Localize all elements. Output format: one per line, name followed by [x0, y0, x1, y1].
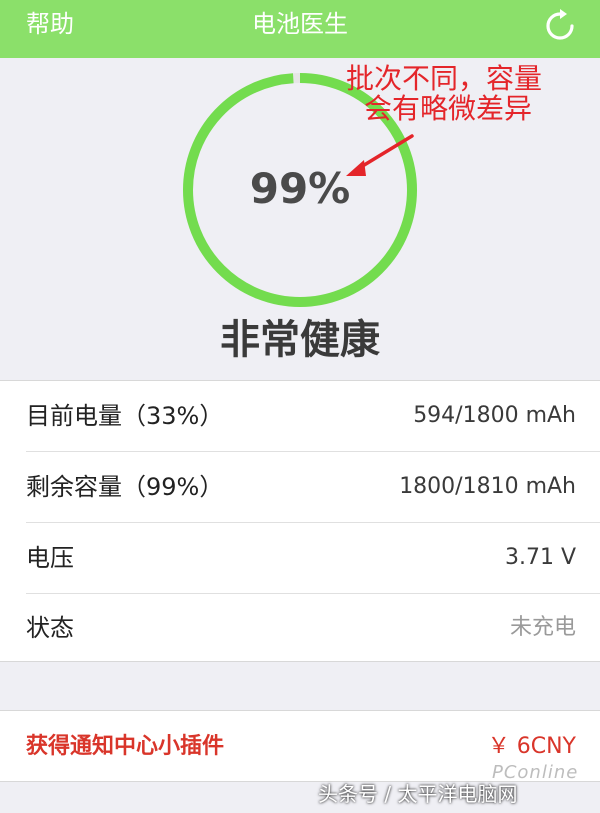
health-status: 非常健康: [220, 317, 380, 363]
health-hero: 99% 非常健康 批次不同，容量 会有略微差异: [0, 58, 600, 380]
page-title: 电池医生: [252, 10, 348, 38]
row-value: 594/1800 mAh: [413, 403, 576, 428]
annotation-arrow-icon: [346, 134, 414, 176]
row-label: 状态: [26, 614, 74, 642]
row-value: 1800/1810 mAh: [399, 474, 576, 499]
widget-label: 获得通知中心小插件: [26, 734, 225, 759]
list-item-status: 状态 未充电: [0, 593, 600, 663]
list-item-current-charge: 目前电量（33%） 594/1800 mAh: [0, 381, 600, 451]
row-label: 电压: [26, 544, 74, 572]
row-label: 目前电量（33%）: [26, 402, 224, 430]
list-item-remaining-capacity: 剩余容量（99%） 1800/1810 mAh: [0, 452, 600, 522]
row-value: 3.71 V: [504, 545, 576, 570]
battery-info-list: 目前电量（33%） 594/1800 mAh 剩余容量（99%） 1800/18…: [0, 380, 600, 662]
annotation-text-line2: 会有略微差异: [364, 92, 533, 125]
row-value: 未充电: [509, 615, 576, 640]
list-item-voltage: 电压 3.71 V: [0, 523, 600, 593]
caption-watermark: 头条号 / 太平洋电脑网: [318, 782, 518, 806]
row-label: 剩余容量（99%）: [26, 473, 224, 501]
refresh-icon[interactable]: [540, 6, 580, 46]
annotation-text-line1: 批次不同，容量: [346, 62, 543, 95]
nav-bar: 帮助 电池医生: [0, 0, 600, 58]
